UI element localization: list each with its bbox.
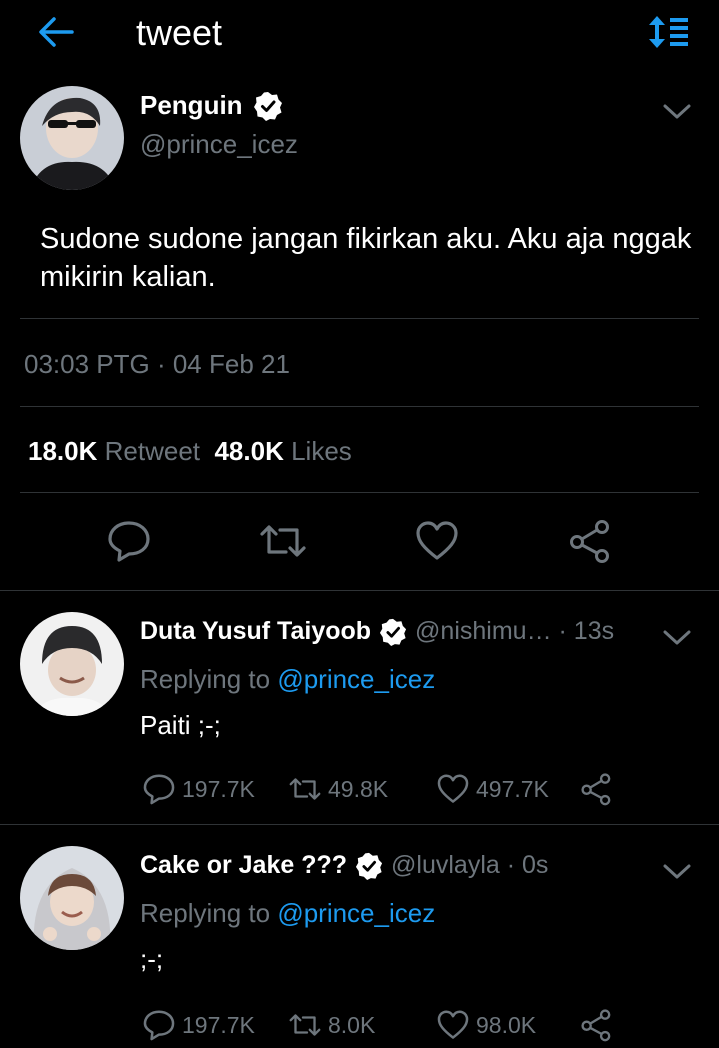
back-arrow-icon[interactable]	[36, 14, 76, 50]
share-icon[interactable]	[580, 1008, 614, 1042]
reply-icon[interactable]	[106, 518, 152, 564]
divider	[20, 318, 699, 319]
tweet-stats: 18.0K Retweet 48.0K Likes	[28, 436, 352, 467]
avatar[interactable]	[20, 86, 124, 190]
reply-author-name[interactable]: Cake or Jake ???	[140, 851, 347, 880]
verified-badge-icon	[379, 618, 407, 646]
chevron-down-icon[interactable]	[662, 102, 692, 122]
divider	[20, 492, 699, 493]
likes-count[interactable]: 48.0K	[214, 436, 283, 466]
reply-handle-time: @luvlayla · 0s	[391, 851, 549, 879]
divider	[0, 590, 719, 591]
retweet-action[interactable]: 8.0K	[288, 1008, 375, 1042]
reply-header: Cake or Jake ??? @luvlayla · 0s	[140, 851, 548, 880]
verified-badge-icon	[355, 852, 383, 880]
chevron-down-icon[interactable]	[662, 862, 692, 882]
avatar[interactable]	[20, 612, 124, 716]
author-name[interactable]: Penguin	[140, 90, 283, 121]
top-bar: tweet	[0, 0, 719, 66]
replying-to-handle[interactable]: @prince_icez	[277, 898, 435, 928]
reply-text: Paiti ;-;	[140, 710, 221, 740]
like-action[interactable]: 497.7K	[436, 772, 549, 806]
share-icon[interactable]	[580, 772, 614, 806]
tweet-timestamp[interactable]: 03:03 PTG · 04 Feb 21	[24, 349, 290, 380]
reply-action[interactable]: 197.7K	[142, 772, 255, 806]
divider	[20, 406, 699, 407]
avatar[interactable]	[20, 846, 124, 950]
retweet-icon	[288, 772, 322, 806]
replying-to-handle[interactable]: @prince_icez	[277, 664, 435, 694]
retweet-icon[interactable]	[258, 518, 306, 564]
like-heart-icon	[436, 772, 470, 806]
reply-icon	[142, 1008, 176, 1042]
verified-badge-icon	[253, 91, 283, 121]
sort-list-icon[interactable]	[646, 14, 690, 50]
reply-icon	[142, 772, 176, 806]
chevron-down-icon[interactable]	[662, 628, 692, 648]
reply-action[interactable]: 197.7K	[142, 1008, 255, 1042]
replying-to: Replying to @prince_icez	[140, 898, 436, 928]
like-action[interactable]: 98.0K	[436, 1008, 536, 1042]
retweet-count[interactable]: 18.0K	[28, 436, 97, 466]
retweet-action[interactable]: 49.8K	[288, 772, 388, 806]
tweet-text: Sudone sudone jangan fikirkan aku. Aku a…	[40, 223, 692, 293]
reply-header: Duta Yusuf Taiyoob @nishimu… · 13s	[140, 617, 614, 646]
likes-label[interactable]: Likes	[291, 436, 352, 466]
like-heart-icon	[436, 1008, 470, 1042]
reply-text: ;-;	[140, 944, 164, 974]
page-title: tweet	[136, 12, 223, 53]
reply-handle-time: @nishimu… · 13s	[415, 617, 615, 645]
reply-author-name[interactable]: Duta Yusuf Taiyoob	[140, 617, 371, 646]
share-icon[interactable]	[568, 518, 614, 564]
retweet-icon	[288, 1008, 322, 1042]
divider	[0, 824, 719, 825]
retweet-label[interactable]: Retweet	[105, 436, 200, 466]
replying-to: Replying to @prince_icez	[140, 664, 436, 694]
author-handle: @prince_icez	[140, 129, 298, 159]
like-heart-icon[interactable]	[414, 518, 460, 564]
